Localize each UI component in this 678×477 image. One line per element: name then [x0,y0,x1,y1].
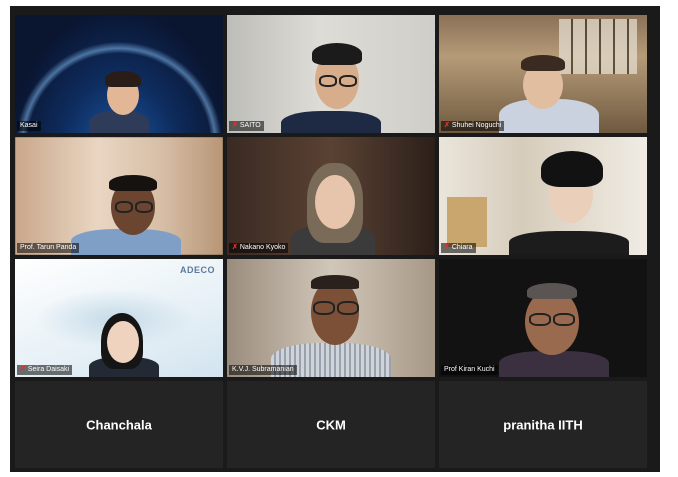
organization-logo: ADECO [179,265,215,275]
participant-tile-nakano-kyoko[interactable]: ✗ Nakano Kyoko [227,137,435,255]
participant-name-label: Prof Kiran Kuchi [441,365,498,375]
participant-tile-kvj-subramanian[interactable]: K.V.J. Subramanian [227,259,435,377]
participant-name-label: ✗ Chiara [441,243,476,253]
mic-muted-icon: ✗ [232,244,238,251]
mic-muted-icon: ✗ [444,122,450,129]
participant-tile-pranitha-iith[interactable]: pranitha IITH [439,381,647,468]
participant-name-label: Prof. Tarun Panda [17,243,80,253]
participant-tile-shuhei-noguchi[interactable]: ✗ Shuhei Noguchi [439,15,647,133]
participant-tile-chanchala[interactable]: Chanchala [15,381,223,468]
participant-tile-seira-daisaki[interactable]: ADECO ✗ Seira Daisaki [15,259,223,377]
participant-name-label: ✗ Seira Daisaki [17,365,73,375]
participant-tile-kasai[interactable]: Kasai [15,15,223,133]
participant-tile-saito[interactable]: ✗ SAITO [227,15,435,133]
participant-tile-tarun-panda[interactable]: Prof. Tarun Panda [15,137,223,255]
participant-tile-chiara[interactable]: ✗ Chiara [439,137,647,255]
participant-tile-kiran-kuchi[interactable]: Prof Kiran Kuchi [439,259,647,377]
participant-name-label: ✗ SAITO [229,121,264,131]
participant-display-name: Chanchala [86,417,152,432]
participant-name-label: K.V.J. Subramanian [229,365,297,375]
participant-name-label: Kasai [17,121,41,131]
mic-muted-icon: ✗ [444,244,450,251]
meeting-gallery: Kasai ✗ SAITO ✗ Shuhei Noguchi Prof. Tarun… [10,6,660,472]
participant-name-label: ✗ Shuhei Noguchi [441,121,505,131]
participant-tile-ckm[interactable]: CKM [227,381,435,468]
mic-muted-icon: ✗ [20,366,26,373]
mic-muted-icon: ✗ [232,122,238,129]
participant-display-name: CKM [316,417,346,432]
participant-name-label: ✗ Nakano Kyoko [229,243,289,253]
participant-display-name: pranitha IITH [503,417,583,432]
